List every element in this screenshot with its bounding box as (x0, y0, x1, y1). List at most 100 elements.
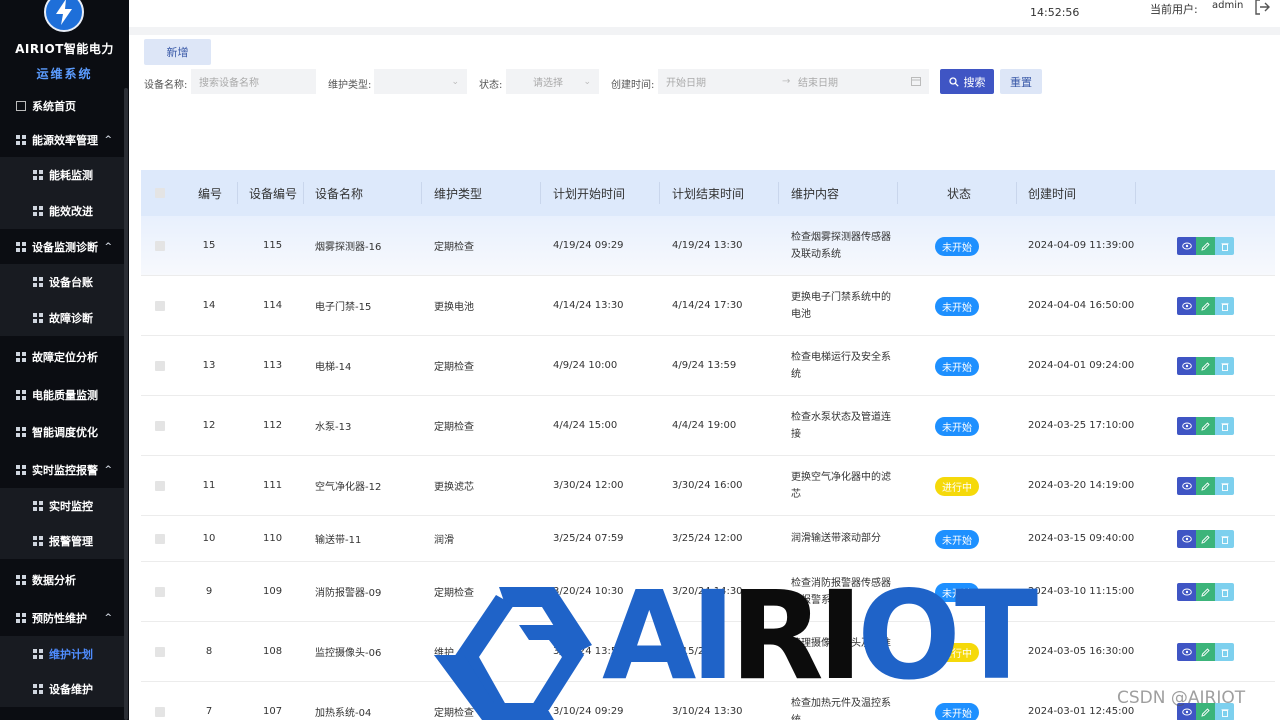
row-actions (1177, 643, 1234, 661)
trash-button[interactable] (1215, 297, 1234, 315)
content-line: 位置 (791, 654, 811, 666)
cell-id: 7 (205, 706, 213, 717)
col-separator (897, 182, 898, 204)
cell-device-name: 电子门禁-15 (315, 302, 372, 313)
sidebar-item[interactable]: 维护计划 (0, 636, 124, 672)
sidebar-item[interactable]: 能源效率管理 ^ (0, 122, 124, 158)
eye-button[interactable] (1177, 417, 1196, 435)
eye-button[interactable] (1177, 583, 1196, 601)
trash-icon (1221, 302, 1228, 311)
content-line: 更换电子门禁系统中的 (791, 291, 891, 303)
outline-grid-icon (16, 101, 26, 111)
cell-created: 2024-03-25 17:10:00 (1028, 420, 1135, 431)
row-checkbox[interactable] (155, 421, 165, 431)
trash-button[interactable] (1215, 530, 1234, 548)
device-name-input[interactable]: 搜索设备名称 (191, 69, 316, 94)
edit-icon (1201, 707, 1210, 717)
search-button[interactable]: 搜索 (940, 69, 994, 94)
cell-plan-start: 4/19/24 09:29 (553, 240, 624, 251)
cell-plan-end: 3/15/24 (672, 646, 711, 657)
cell-device-no: 114 (263, 300, 283, 311)
row-checkbox[interactable] (155, 241, 165, 251)
edit-icon (1201, 481, 1210, 491)
logout-icon[interactable] (1253, 0, 1271, 20)
eye-button[interactable] (1177, 530, 1196, 548)
sidebar-item[interactable]: 设备维护 (0, 671, 124, 707)
edit-button[interactable] (1196, 297, 1215, 315)
sidebar-item[interactable]: 电能质量监测 (0, 377, 124, 413)
row-checkbox[interactable] (155, 647, 165, 657)
edit-icon (1201, 361, 1210, 371)
row-checkbox[interactable] (155, 301, 165, 311)
cell-plan-end: 3/30/24 16:00 (672, 480, 743, 491)
sidebar-item[interactable]: 设备监测诊断 ^ (0, 229, 124, 265)
edit-button[interactable] (1196, 643, 1215, 661)
sidebar-item[interactable]: 智能调度优化 (0, 414, 124, 450)
cell-content: 检查水泵状态及管道连接 (791, 396, 891, 455)
cell-maint-type: 定期检查 (434, 588, 474, 599)
grid-icon (33, 277, 43, 287)
sidebar-item-label: 维护计划 (49, 648, 93, 661)
sidebar-item[interactable]: 设备台账 (0, 264, 124, 300)
cell-device-no: 107 (263, 706, 283, 717)
sidebar-item[interactable]: 预防性维护 ^ (0, 600, 124, 636)
row-actions (1177, 583, 1234, 601)
trash-button[interactable] (1215, 583, 1234, 601)
sidebar-item[interactable]: 故障定位分析 (0, 339, 124, 375)
col-maint-type: 维护类型 (434, 186, 483, 201)
select-all-checkbox[interactable] (155, 188, 165, 198)
created-time-label: 创建时间: (611, 80, 655, 91)
row-checkbox[interactable] (155, 707, 165, 717)
row-checkbox[interactable] (155, 481, 165, 491)
edit-button[interactable] (1196, 583, 1215, 601)
eye-icon (1181, 242, 1192, 250)
grid-icon (33, 684, 43, 694)
row-checkbox[interactable] (155, 534, 165, 544)
trash-icon (1221, 242, 1228, 251)
edit-button[interactable] (1196, 530, 1215, 548)
sidebar-scrollbar[interactable] (124, 88, 128, 720)
sidebar-item[interactable]: 报警管理 (0, 523, 124, 559)
sidebar-item[interactable]: 能效改进 (0, 193, 124, 229)
sidebar-item[interactable]: 故障诊断 (0, 300, 124, 336)
sidebar-item[interactable]: 实时监控 (0, 488, 124, 524)
edit-button[interactable] (1196, 477, 1215, 495)
status-label: 状态: (479, 80, 503, 91)
eye-button[interactable] (1177, 297, 1196, 315)
trash-button[interactable] (1215, 357, 1234, 375)
brand-title: AIRIOT智能电力 (15, 42, 114, 56)
trash-button[interactable] (1215, 643, 1234, 661)
sidebar-item-label: 实时监控报警 (32, 464, 98, 477)
trash-button[interactable] (1215, 237, 1234, 255)
edit-button[interactable] (1196, 357, 1215, 375)
eye-button[interactable] (1177, 477, 1196, 495)
sidebar-item[interactable]: 实时监控报警 ^ (0, 452, 124, 488)
sidebar-item[interactable]: 系统首页 (0, 88, 124, 124)
eye-button[interactable] (1177, 643, 1196, 661)
eye-button[interactable] (1177, 237, 1196, 255)
sidebar-item-label: 实时监控 (49, 500, 93, 513)
col-device-name: 设备名称 (315, 186, 364, 201)
trash-button[interactable] (1215, 417, 1234, 435)
eye-button[interactable] (1177, 357, 1196, 375)
edit-button[interactable] (1196, 237, 1215, 255)
status-badge: 未开始 (935, 702, 979, 720)
eye-icon (1181, 482, 1192, 490)
col-plan-end: 计划结束时间 (672, 186, 745, 201)
date-range-picker[interactable]: 开始日期 → 结束日期 (658, 69, 929, 94)
status-select[interactable]: 请选择 ⌄ (506, 69, 599, 94)
row-checkbox[interactable] (155, 587, 165, 597)
cell-content: 检查加热元件及温控系统 (791, 682, 891, 720)
edit-button[interactable] (1196, 417, 1215, 435)
edit-icon (1201, 534, 1210, 544)
sidebar-item[interactable]: 能耗监测 (0, 157, 124, 193)
status-badge: 进行中 (935, 642, 979, 662)
add-new-button[interactable]: 新增 (144, 39, 211, 65)
row-checkbox[interactable] (155, 361, 165, 371)
trash-button[interactable] (1215, 477, 1234, 495)
cell-device-name: 烟雾探测器-16 (315, 242, 382, 253)
sidebar-item[interactable]: 数据分析 (0, 562, 124, 598)
maint-type-select[interactable]: ⌄ (374, 69, 467, 94)
cell-device-no: 113 (263, 360, 283, 371)
reset-button[interactable]: 重置 (1000, 69, 1042, 94)
